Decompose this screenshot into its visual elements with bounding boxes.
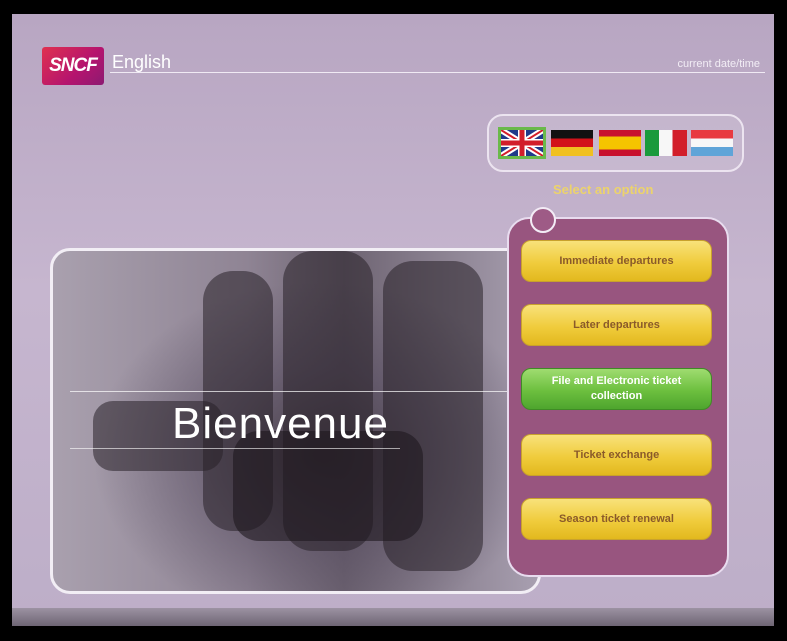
later-departures-button[interactable]: Later departures [521, 304, 712, 346]
language-selector [487, 114, 744, 172]
header-divider [110, 72, 765, 73]
menu-indicator-dot [530, 207, 556, 233]
ticket-exchange-button[interactable]: Ticket exchange [521, 434, 712, 476]
italy-flag-icon[interactable] [645, 130, 687, 156]
welcome-line-top [70, 391, 515, 392]
uk-flag-icon[interactable] [498, 127, 546, 159]
germany-flag-icon[interactable] [551, 130, 593, 156]
ticket-collection-button[interactable]: File and Electronic ticket collection [521, 368, 712, 410]
current-datetime: current date/time [677, 58, 760, 70]
select-option-prompt: Select an option [553, 182, 654, 197]
kiosk-screen: SNCF English current date/time Select an… [12, 14, 774, 626]
welcome-text: Bienvenue [172, 399, 389, 448]
footer-bar [12, 608, 774, 626]
immediate-departures-button[interactable]: Immediate departures [521, 240, 712, 282]
spain-flag-icon[interactable] [599, 130, 641, 156]
season-ticket-renewal-button[interactable]: Season ticket renewal [521, 498, 712, 540]
luxembourg-flag-icon[interactable] [691, 130, 733, 156]
current-language-label: English [112, 52, 172, 72]
sncf-logo: SNCF [42, 47, 104, 85]
welcome-line-bottom [70, 448, 400, 449]
